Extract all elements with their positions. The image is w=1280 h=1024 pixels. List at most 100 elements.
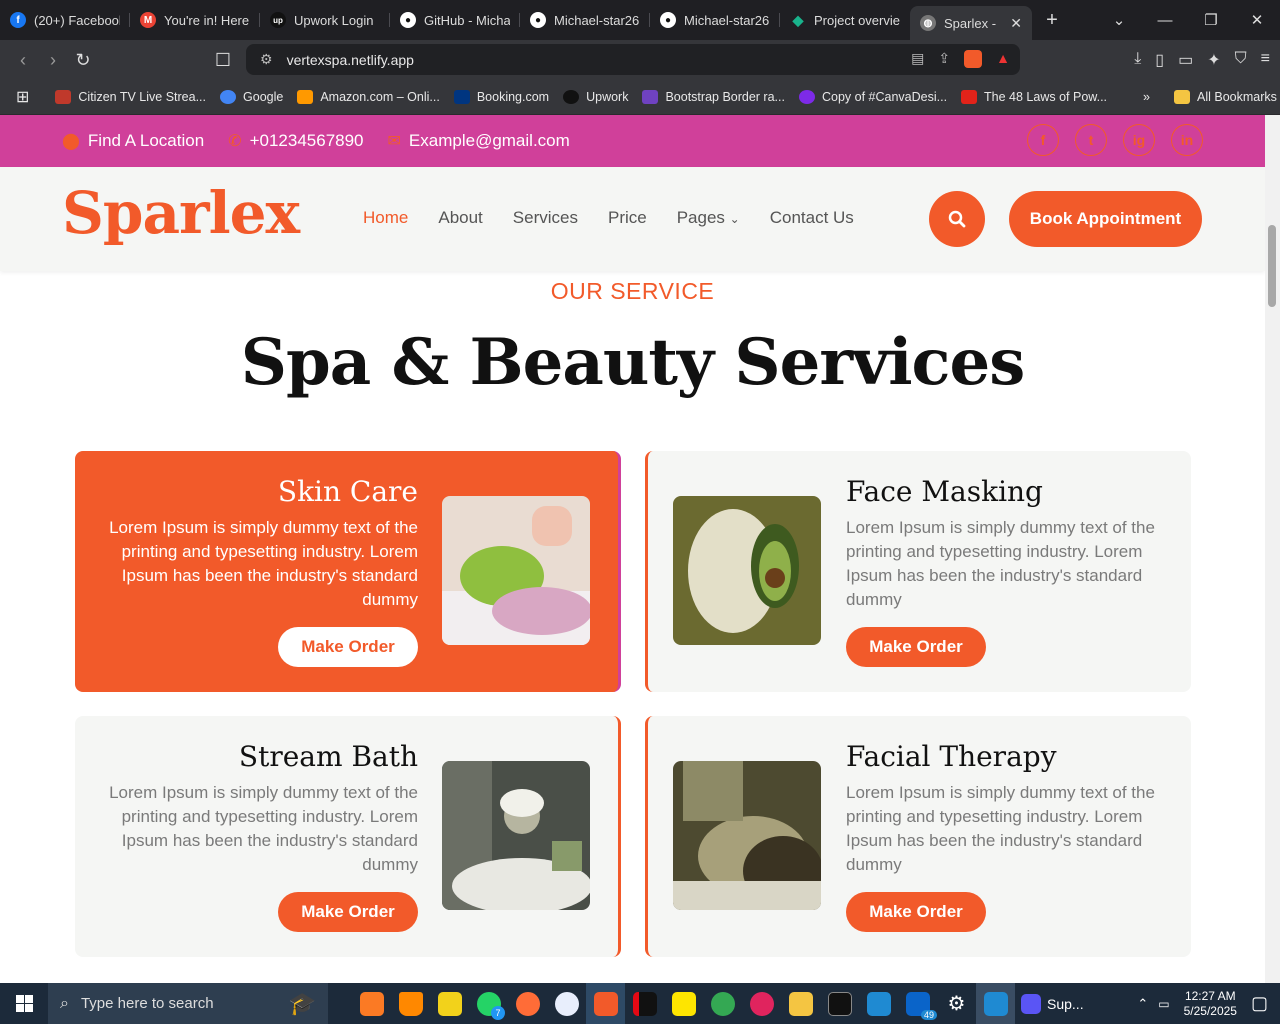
nav-home[interactable]: Home — [363, 208, 408, 228]
terminal-icon[interactable] — [820, 983, 859, 1024]
card-description: Lorem Ipsum is simply dummy text of the … — [109, 783, 418, 874]
menu-icon[interactable]: ≡ — [1261, 50, 1270, 70]
kakaotalk-icon[interactable] — [664, 983, 703, 1024]
close-window-button[interactable]: ✕ — [1234, 11, 1280, 29]
email-link[interactable]: ✉ Example@gmail.com — [388, 131, 570, 151]
search-button[interactable] — [929, 191, 985, 247]
bookmark-citizen[interactable]: Citizen TV Live Strea... — [55, 90, 206, 104]
reader-icon[interactable]: ▤ — [911, 50, 924, 68]
tab-search-icon[interactable]: ⌄ — [1096, 11, 1142, 29]
clock[interactable]: 12:27 AM 5/25/2025 — [1184, 989, 1237, 1019]
all-bookmarks-folder[interactable]: All Bookmarks — [1174, 90, 1277, 104]
nav-price[interactable]: Price — [608, 208, 647, 228]
phone-link[interactable]: ✆ +01234567890 — [228, 131, 363, 151]
file-explorer-icon[interactable] — [781, 983, 820, 1024]
envelope-icon: ✉ — [387, 133, 401, 150]
bookmark-upwork[interactable]: Upwork — [563, 90, 628, 104]
face-masking-image — [673, 496, 821, 645]
leo-ai-icon[interactable]: ✦ — [1207, 50, 1220, 70]
tab-facebook[interactable]: f (20+) Facebook — [0, 5, 130, 35]
chevron-up-icon[interactable]: ⌃ — [1137, 996, 1148, 1012]
close-tab-icon[interactable]: ✕ — [1010, 15, 1022, 32]
site-info-icon[interactable]: ⚙ — [260, 51, 273, 68]
vpn-icon[interactable]: ⛉ — [1235, 50, 1247, 70]
make-order-button[interactable]: Make Order — [846, 892, 986, 932]
bookmark-icon[interactable]: ☐ — [208, 50, 238, 71]
ai-app-icon[interactable] — [547, 983, 586, 1024]
github-icon: ● — [400, 12, 416, 28]
tab-project[interactable]: ◆ Project overvie — [780, 5, 910, 35]
chrome-icon[interactable] — [703, 983, 742, 1024]
apps-grid-icon[interactable]: ⊞ — [16, 87, 29, 107]
xampp-icon[interactable] — [352, 983, 391, 1024]
bookmark-bootstrap[interactable]: Bootstrap Border ra... — [642, 90, 785, 104]
address-bar[interactable]: ⚙ vertexspa.netlify.app ▤ ⇪ ▲ — [246, 44, 1020, 75]
new-tab-button[interactable]: + — [1032, 9, 1072, 32]
tab-github-2[interactable]: ● Michael-star26 — [520, 5, 650, 35]
bookmark-48laws[interactable]: The 48 Laws of Pow... — [961, 90, 1107, 104]
network-icon[interactable]: ▭ — [1158, 997, 1169, 1011]
instagram-social-icon[interactable]: ig — [1123, 124, 1155, 156]
media-player-icon[interactable] — [742, 983, 781, 1024]
tab-sparlex-active[interactable]: ◍ Sparlex - S ✕ — [910, 6, 1032, 40]
netflix-icon[interactable] — [625, 983, 664, 1024]
start-button[interactable] — [0, 983, 48, 1024]
facebook-social-icon[interactable]: f — [1027, 124, 1059, 156]
location-link[interactable]: ⬤ Find A Location — [62, 131, 204, 151]
nav-about[interactable]: About — [438, 208, 482, 228]
nav-services[interactable]: Services — [513, 208, 578, 228]
book-appointment-button[interactable]: Book Appointment — [1009, 191, 1202, 247]
tab-gmail[interactable]: M You're in! Here — [130, 5, 260, 35]
maximize-button[interactable]: ❐ — [1188, 11, 1234, 29]
tab-title: Project overvie — [814, 12, 900, 28]
back-icon[interactable]: ‹ — [8, 50, 38, 71]
search-icon: ⌕ — [60, 994, 69, 1012]
bookmark-canva[interactable]: Copy of #CanvaDesi... — [798, 90, 947, 104]
nav-pages[interactable]: Pages ⌄ — [677, 208, 740, 228]
notification-icon[interactable]: ▢ — [1251, 993, 1268, 1014]
twitter-social-icon[interactable]: t — [1075, 124, 1107, 156]
postman-icon[interactable] — [508, 983, 547, 1024]
phone-text: +01234567890 — [249, 131, 364, 150]
vscode-active-icon[interactable] — [976, 983, 1015, 1024]
settings-gear-icon[interactable]: ⚙ — [937, 983, 976, 1024]
card-description: Lorem Ipsum is simply dummy text of the … — [109, 518, 418, 609]
make-order-button[interactable]: Make Order — [278, 892, 418, 932]
tab-upwork[interactable]: up Upwork Login — [260, 5, 390, 35]
make-order-button[interactable]: Make Order — [846, 627, 986, 667]
zoom-app[interactable]: Sup... — [1015, 983, 1090, 1024]
bookmark-google[interactable]: Google — [220, 90, 283, 104]
nav-contact[interactable]: Contact Us — [770, 208, 854, 228]
brave-shields-icon[interactable] — [964, 50, 983, 68]
brave-rewards-icon[interactable]: ▲ — [996, 50, 1010, 68]
share-icon[interactable]: ⇪ — [938, 50, 950, 68]
brave-browser-icon[interactable] — [586, 983, 625, 1024]
taskbar-search-box[interactable]: ⌕ Type here to search 🎓 — [48, 983, 328, 1024]
scrollbar-thumb[interactable] — [1268, 225, 1276, 307]
todo-check-icon[interactable] — [430, 983, 469, 1024]
bookmark-label: Citizen TV Live Strea... — [78, 90, 207, 104]
system-tray: ⌃ ▭ 12:27 AM 5/25/2025 ▢ — [1137, 983, 1280, 1024]
reload-icon[interactable]: ↻ — [68, 50, 98, 71]
tab-github-3[interactable]: ● Michael-star26 — [650, 5, 780, 35]
linkedin-social-icon[interactable]: in — [1171, 124, 1203, 156]
bookmark-booking[interactable]: Booking.com — [453, 90, 549, 104]
bookmark-amazon[interactable]: Amazon.com – Onli... — [297, 90, 440, 104]
vlc-icon[interactable] — [391, 983, 430, 1024]
forward-icon[interactable]: › — [38, 50, 68, 71]
minimize-button[interactable]: — — [1142, 12, 1188, 29]
sidebar-icon[interactable]: ▯ — [1155, 50, 1164, 70]
site-logo[interactable]: Sparlex — [62, 179, 300, 247]
vscode-icon[interactable] — [859, 983, 898, 1024]
download-icon[interactable]: ⤓ — [1134, 50, 1141, 70]
email-text: Example@gmail.com — [408, 131, 570, 150]
card-description: Lorem Ipsum is simply dummy text of the … — [846, 518, 1155, 609]
outlook-icon[interactable]: 49 — [898, 983, 937, 1024]
more-bookmarks-icon[interactable]: » — [1143, 90, 1150, 104]
url-text[interactable]: vertexspa.netlify.app — [287, 52, 414, 68]
section-label: OUR SERVICE — [550, 278, 715, 304]
make-order-button[interactable]: Make Order — [278, 627, 418, 667]
tab-github-1[interactable]: ● GitHub - Micha — [390, 5, 520, 35]
wallet-icon[interactable]: ▭ — [1178, 50, 1193, 70]
whatsapp-icon[interactable]: 7 — [469, 983, 508, 1024]
